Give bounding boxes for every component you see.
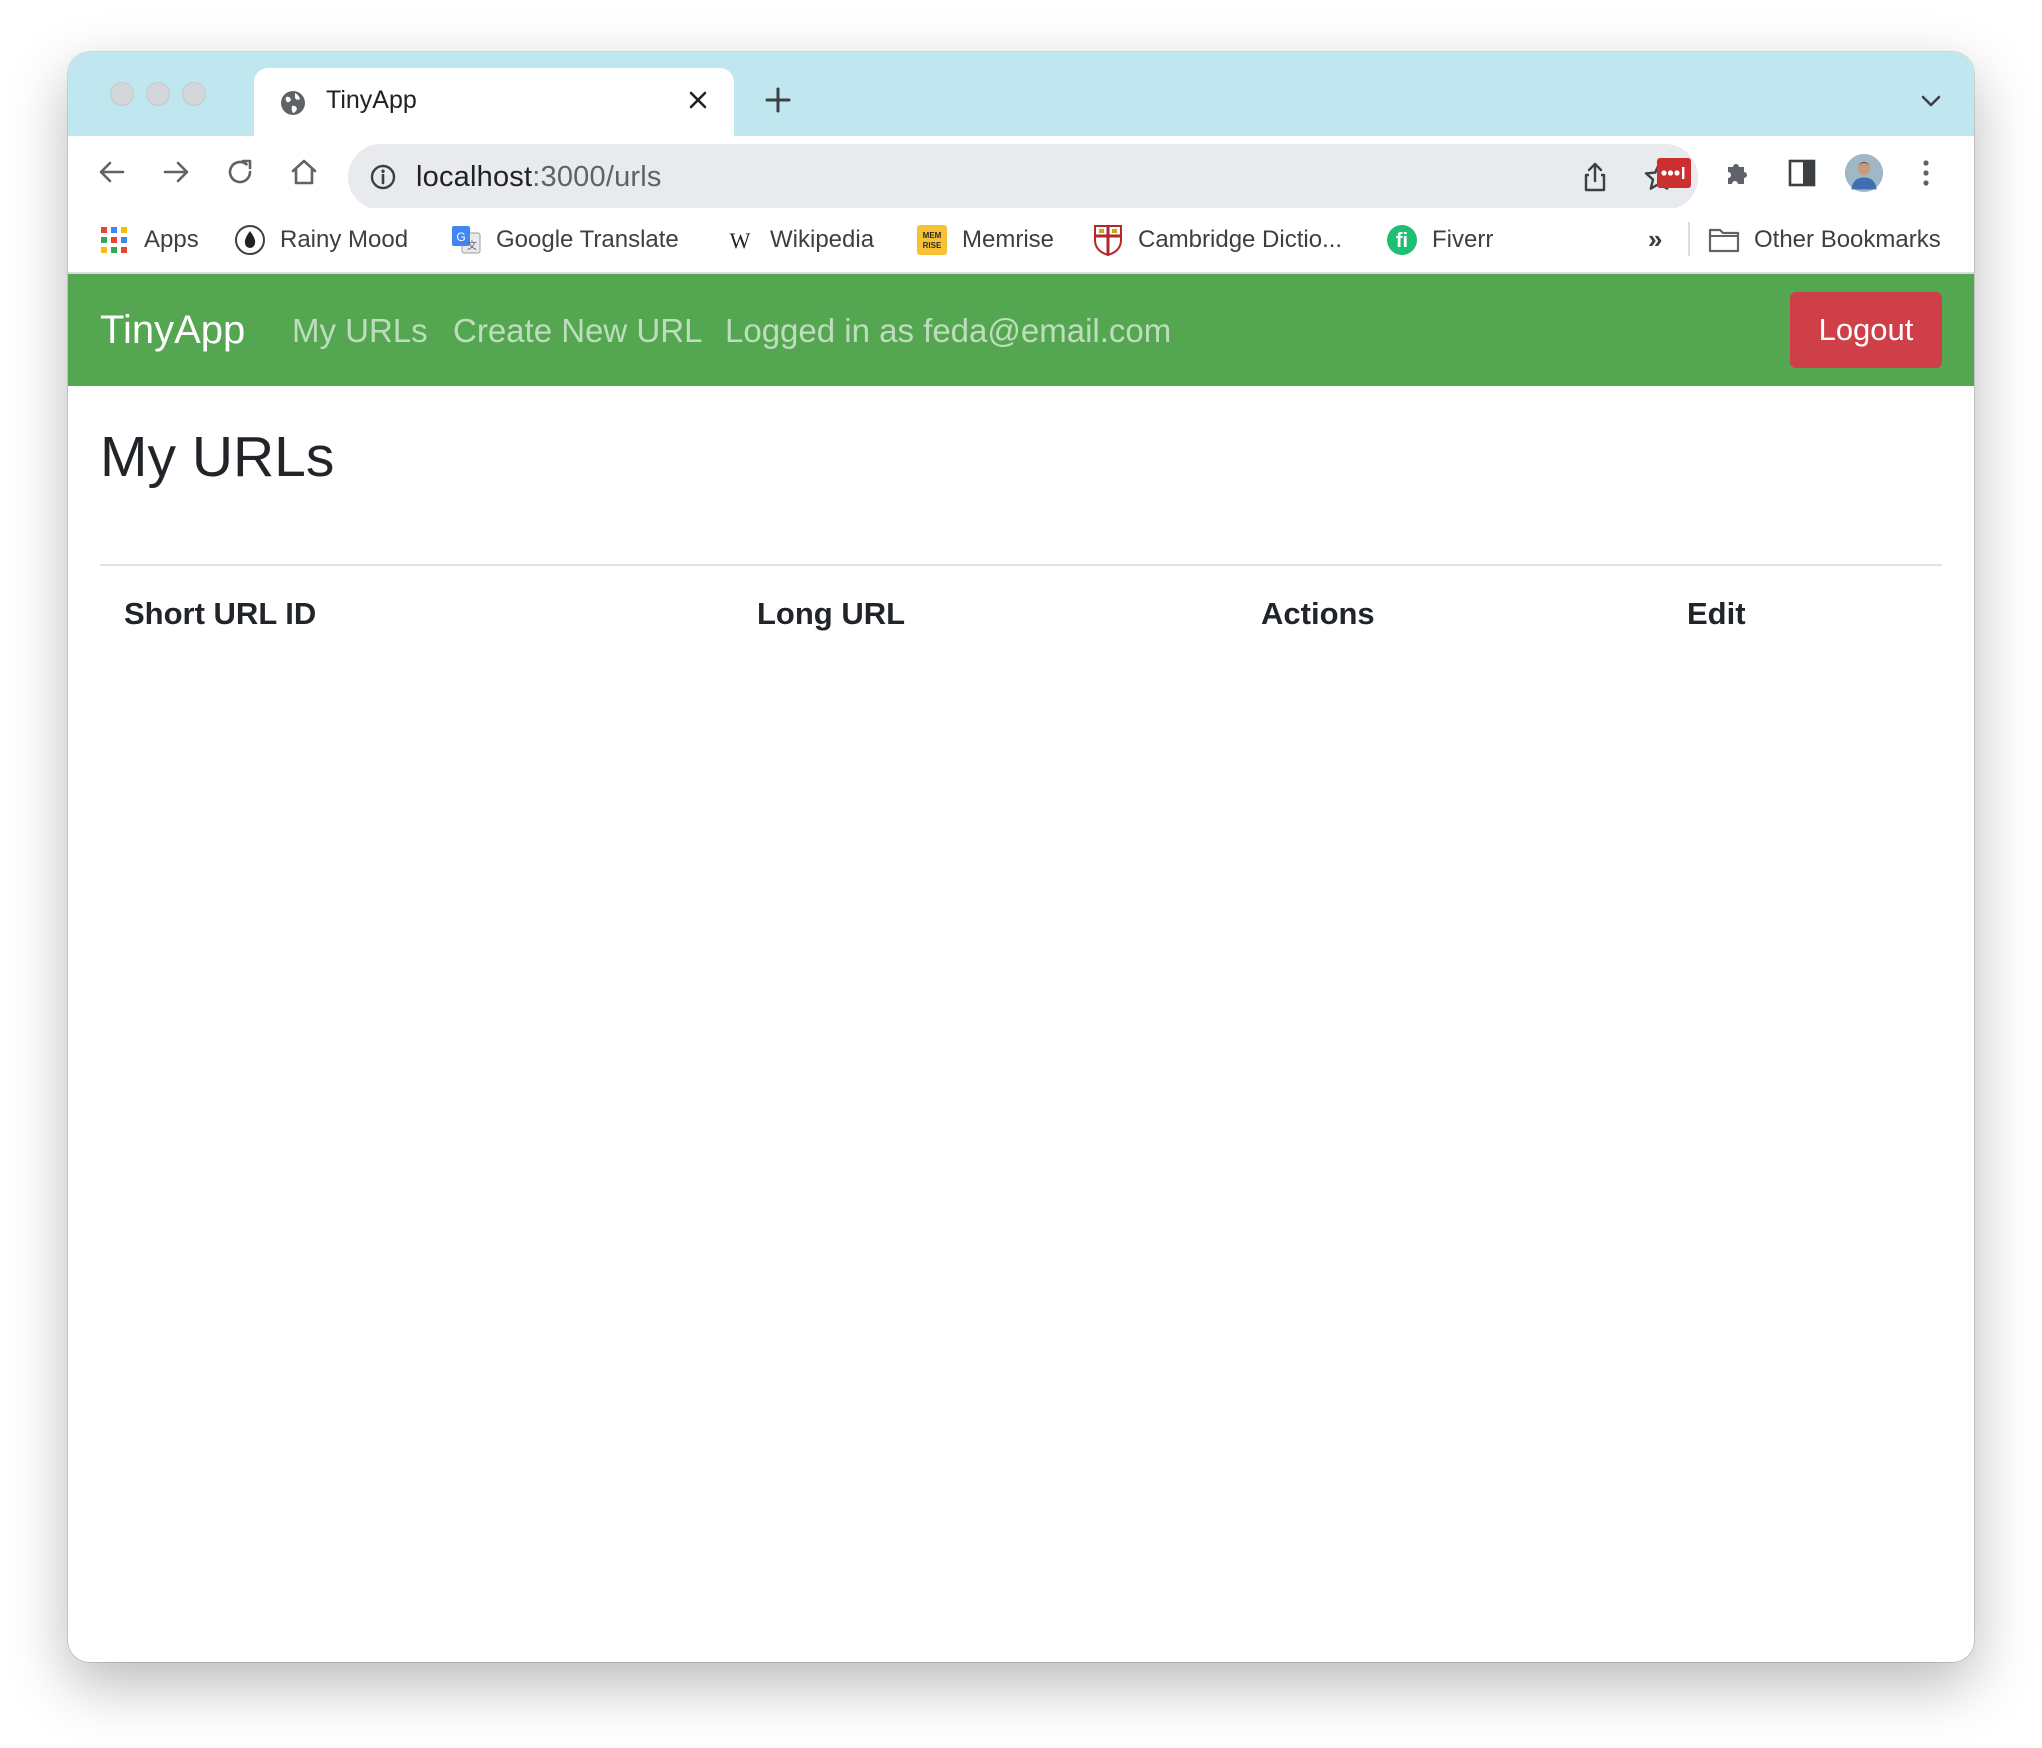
bookmark-fiverr[interactable]: fi Fiverr: [1386, 222, 1493, 258]
memrise-icon: MEM RISE: [916, 224, 948, 256]
kebab-menu-icon[interactable]: [1906, 153, 1946, 193]
nav-my-urls[interactable]: My URLs: [292, 312, 428, 350]
home-icon[interactable]: [284, 152, 324, 192]
bookmarks-overflow-button[interactable]: »: [1648, 224, 1662, 255]
close-window-button[interactable]: [110, 82, 134, 106]
bookmark-label: Wikipedia: [770, 226, 875, 253]
bookmark-other-bookmarks[interactable]: Other Bookmarks: [1708, 222, 1941, 258]
globe-icon: [278, 88, 308, 118]
bookmark-google-translate[interactable]: G文 Google Translate: [450, 222, 679, 258]
back-arrow-icon[interactable]: [92, 152, 132, 192]
bookmark-memrise[interactable]: MEM RISE Memrise: [916, 222, 1054, 258]
browser-toolbar: localhost:3000/urls: [68, 136, 1974, 210]
app-navbar: TinyApp My URLs Create New URL Logged in…: [68, 274, 1974, 386]
maximize-window-button[interactable]: [182, 82, 206, 106]
bookmark-apps[interactable]: Apps: [98, 222, 199, 258]
bookmark-label: Memrise: [962, 226, 1055, 253]
bookmark-label: Apps: [144, 226, 199, 253]
address-url: localhost:3000/urls: [416, 161, 662, 194]
folder-icon: [1708, 224, 1740, 256]
bookmark-label: Cambridge Dictio...: [1138, 226, 1343, 253]
fiverr-icon: fi: [1386, 224, 1418, 256]
side-panel-icon[interactable]: [1782, 153, 1822, 193]
bookmark-label: Fiverr: [1432, 226, 1494, 253]
svg-text:文: 文: [467, 239, 477, 252]
new-tab-icon[interactable]: [760, 82, 796, 118]
minimize-window-button[interactable]: [146, 82, 170, 106]
column-header-edit: Edit: [1687, 596, 1746, 631]
bookmark-label: Google Translate: [496, 226, 679, 253]
url-host: localhost: [416, 161, 533, 193]
svg-text:RISE: RISE: [923, 241, 942, 250]
wikipedia-icon: W: [724, 224, 756, 256]
title-divider: [100, 564, 1942, 566]
tab-tinyapp[interactable]: TinyApp: [254, 68, 734, 136]
apps-grid-icon: [98, 224, 130, 256]
browser-window: TinyApp localhost:3000/urls Apps Rainy M…: [68, 52, 1974, 1662]
web-page: TinyApp My URLs Create New URL Logged in…: [68, 274, 1974, 1662]
puzzle-extensions-icon[interactable]: [1718, 153, 1758, 193]
bookmark-rainy-mood[interactable]: Rainy Mood: [234, 222, 408, 258]
cambridge-icon: [1092, 224, 1124, 256]
tab-title: TinyApp: [326, 86, 417, 114]
column-header-short-url-id: Short URL ID: [124, 596, 317, 631]
profile-avatar-icon[interactable]: [1844, 153, 1884, 193]
forward-arrow-icon[interactable]: [156, 152, 196, 192]
rainy-mood-icon: [234, 224, 266, 256]
chevron-down-icon[interactable]: [1916, 86, 1946, 116]
page-title: My URLs: [100, 425, 335, 489]
site-info-icon[interactable]: [368, 162, 398, 192]
bookmark-cambridge[interactable]: Cambridge Dictio...: [1092, 222, 1342, 258]
tab-strip: TinyApp: [68, 52, 1974, 136]
nav-create-new-url[interactable]: Create New URL: [453, 312, 702, 350]
url-path: :3000/urls: [532, 161, 662, 193]
bookmark-label: Other Bookmarks: [1754, 226, 1941, 253]
bookmark-label: Rainy Mood: [280, 226, 409, 253]
google-translate-icon: G文: [450, 224, 482, 256]
svg-text:G: G: [456, 230, 465, 244]
lastpass-extension-icon[interactable]: [1654, 153, 1694, 193]
reload-icon[interactable]: [220, 152, 260, 192]
bookmarks-divider: [1688, 222, 1690, 256]
bookmarks-bar: Apps Rainy Mood G文 Google Translate W Wi…: [68, 208, 1974, 274]
brand-link[interactable]: TinyApp: [100, 308, 245, 353]
svg-text:fi: fi: [1396, 230, 1408, 252]
close-tab-icon[interactable]: [682, 84, 714, 116]
column-header-long-url: Long URL: [757, 596, 906, 631]
column-header-actions: Actions: [1261, 596, 1375, 631]
svg-text:MEM: MEM: [923, 231, 942, 240]
logout-button[interactable]: Logout: [1790, 292, 1942, 368]
share-icon[interactable]: [1578, 160, 1612, 194]
svg-text:W: W: [730, 228, 751, 253]
address-bar[interactable]: localhost:3000/urls: [348, 144, 1698, 210]
logged-in-status: Logged in as feda@email.com: [725, 312, 1172, 349]
bookmark-wikipedia[interactable]: W Wikipedia: [724, 222, 874, 258]
